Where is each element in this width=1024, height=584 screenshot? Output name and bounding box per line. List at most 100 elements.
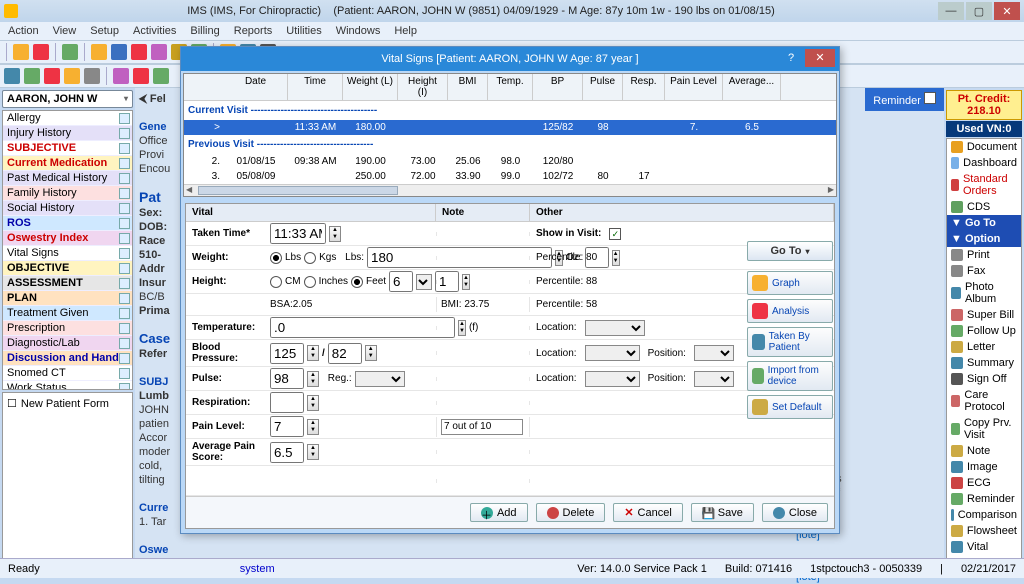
close-button[interactable]: ✕	[994, 2, 1020, 20]
rnav-item[interactable]: CDS	[947, 199, 1021, 215]
help-button[interactable]: ?	[781, 49, 801, 67]
spinner[interactable]	[307, 371, 319, 387]
nav-item[interactable]: Family History	[3, 186, 132, 201]
rnav-item[interactable]: Fax	[947, 263, 1021, 279]
rnav-item[interactable]: Note	[947, 443, 1021, 459]
tb-icon[interactable]	[62, 44, 78, 60]
rnav-item[interactable]: Letter	[947, 339, 1021, 355]
spinner[interactable]	[307, 345, 319, 361]
pain-input[interactable]	[270, 416, 304, 437]
unit-kgs-radio[interactable]	[304, 252, 316, 264]
tb-icon[interactable]	[131, 44, 147, 60]
rnav-item[interactable]: Super Bill	[947, 307, 1021, 323]
delete-button[interactable]: Delete	[536, 503, 606, 522]
ft-select[interactable]	[416, 274, 432, 290]
rnav-item[interactable]: Reminder	[947, 491, 1021, 507]
tb-icon[interactable]	[4, 68, 20, 84]
add-button[interactable]: ＋Add	[470, 503, 528, 522]
nav-item[interactable]: PLAN	[3, 291, 132, 306]
cancel-button[interactable]: ✕Cancel	[613, 503, 682, 522]
pulse-location-select[interactable]	[585, 371, 640, 387]
tb-icon[interactable]	[13, 44, 29, 60]
patient-name-combo[interactable]: AARON, JOHN W	[2, 90, 133, 108]
taken-time-input[interactable]	[270, 223, 326, 244]
rnav-item[interactable]: Document	[947, 139, 1021, 155]
reminder-flag[interactable]: Reminder	[865, 88, 944, 111]
nav-item[interactable]: Oswestry Index	[3, 231, 132, 246]
rnav-item[interactable]: Dashboard	[947, 155, 1021, 171]
nav-item[interactable]: Injury History	[3, 126, 132, 141]
unit-lbs-radio[interactable]	[270, 252, 282, 264]
nav-item[interactable]: Allergy	[3, 111, 132, 126]
spinner[interactable]	[365, 345, 377, 361]
menu-billing[interactable]: Billing	[190, 25, 219, 37]
rnav-item[interactable]: Copy Prv. Visit	[947, 415, 1021, 443]
pulse-position-select[interactable]	[694, 371, 734, 387]
rnav-item[interactable]: Photo Album	[947, 279, 1021, 307]
nav-item[interactable]: Diagnostic/Lab	[3, 336, 132, 351]
rnav-item[interactable]: Follow Up	[947, 323, 1021, 339]
tb-icon[interactable]	[84, 68, 100, 84]
taken-by-patient-button[interactable]: Taken By Patient	[747, 327, 833, 357]
rnav-item[interactable]: Sign Off	[947, 371, 1021, 387]
bp-sys-input[interactable]	[270, 343, 304, 364]
spinner[interactable]	[307, 419, 319, 435]
nav-item[interactable]: Vital Signs	[3, 246, 132, 261]
tb-icon[interactable]	[111, 44, 127, 60]
visits-grid[interactable]: DateTime Weight (L)Height (I) BMITemp. B…	[183, 73, 837, 197]
rnav-item[interactable]: Summary	[947, 355, 1021, 371]
save-button[interactable]: 💾Save	[691, 503, 754, 522]
unit-in-radio[interactable]	[304, 276, 316, 288]
nav-item[interactable]: Social History	[3, 201, 132, 216]
show-in-visit-checkbox[interactable]	[609, 228, 621, 240]
tb-icon[interactable]	[64, 68, 80, 84]
tb-icon[interactable]	[44, 68, 60, 84]
tb-icon[interactable]	[33, 44, 49, 60]
tb-icon[interactable]	[91, 44, 107, 60]
nav-item[interactable]: Treatment Given	[3, 306, 132, 321]
rnav-item[interactable]: Comparison	[947, 507, 1021, 523]
rnav-item[interactable]: Vital	[947, 539, 1021, 555]
unit-ft-radio[interactable]	[351, 276, 363, 288]
nav-item[interactable]: Work Status	[3, 381, 132, 390]
tb-icon[interactable]	[153, 68, 169, 84]
nav-item[interactable]: ASSESSMENT	[3, 276, 132, 291]
menu-action[interactable]: Action	[8, 25, 39, 37]
new-patient-form-checkbox[interactable]: New Patient Form	[7, 397, 128, 410]
right-nav[interactable]: DocumentDashboardStandard OrdersCDS▼ Go …	[946, 138, 1022, 576]
nav-item[interactable]: ROS	[3, 216, 132, 231]
bp-location-select[interactable]	[585, 345, 640, 361]
height-ft-input[interactable]	[389, 271, 413, 292]
menu-view[interactable]: View	[53, 25, 77, 37]
grid-row-current[interactable]: > 11:33 AM180.00 125/82 98 7.6.5	[184, 120, 836, 135]
unit-cm-radio[interactable]	[270, 276, 282, 288]
spinner[interactable]	[329, 226, 341, 242]
maximize-button[interactable]: ▢	[966, 2, 992, 20]
pulse-reg-select[interactable]	[355, 371, 405, 387]
nav-item[interactable]: Past Medical History	[3, 171, 132, 186]
import-button[interactable]: Import from device	[747, 361, 833, 391]
set-default-button[interactable]: Set Default	[747, 395, 833, 419]
rnav-item[interactable]: ▼ Option	[947, 231, 1021, 247]
nav-item[interactable]: OBJECTIVE	[3, 261, 132, 276]
nav-item[interactable]: Current Medication	[3, 156, 132, 171]
menu-activities[interactable]: Activities	[133, 25, 176, 37]
nav-item[interactable]: SUBJECTIVE	[3, 141, 132, 156]
nav-item[interactable]: Discussion and Hando	[3, 351, 132, 366]
bp-position-select[interactable]	[694, 345, 734, 361]
temp-location-select[interactable]	[585, 320, 645, 336]
grid-row[interactable]: 2.01/08/1509:38 AM190.0073.0025.0698.012…	[184, 154, 836, 169]
menu-windows[interactable]: Windows	[336, 25, 381, 37]
rnav-item[interactable]: Image	[947, 459, 1021, 475]
menu-utilities[interactable]: Utilities	[286, 25, 321, 37]
pulse-input[interactable]	[270, 368, 304, 389]
rnav-item[interactable]: ECG	[947, 475, 1021, 491]
dialog-close-button[interactable]: ✕	[805, 49, 835, 67]
grid-row[interactable]: 3.05/08/09250.0072.0033.9099.0102/728017	[184, 169, 836, 184]
graph-button[interactable]: Graph	[747, 271, 833, 295]
tb-icon[interactable]	[151, 44, 167, 60]
rnav-item[interactable]: Care Protocol	[947, 387, 1021, 415]
nav-item[interactable]: Snomed CT	[3, 366, 132, 381]
spinner[interactable]	[307, 444, 319, 460]
encounter-nav[interactable]: AllergyInjury HistorySUBJECTIVECurrent M…	[2, 110, 133, 390]
